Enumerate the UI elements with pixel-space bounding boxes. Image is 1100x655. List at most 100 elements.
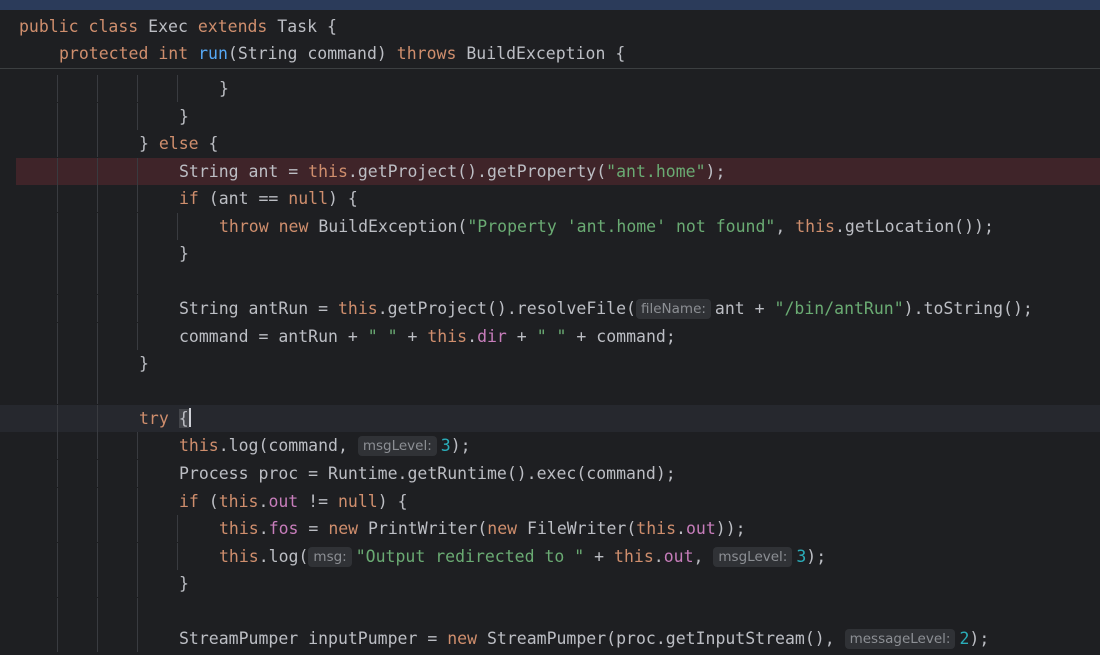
sticky-scroll-header: public class Exec extends Task { protect… — [0, 10, 1100, 69]
code-text: BuildException( — [308, 217, 468, 236]
field-name: fos — [268, 519, 299, 538]
keyword-throws: throws — [396, 44, 457, 63]
method-params: (String command) — [227, 44, 397, 63]
code-text: command = antRun + — [179, 327, 368, 346]
code-text: != — [298, 492, 338, 511]
code-line[interactable] — [0, 598, 1100, 625]
number-literal: 3 — [796, 547, 807, 566]
code-text: .getProject().resolveFile( — [377, 299, 636, 318]
keyword-new: new — [278, 217, 309, 236]
parameter-hint: msgLevel: — [357, 436, 437, 456]
code-text: )); — [715, 519, 746, 538]
code-text: StreamPumper(proc.getInputStream(), — [477, 629, 845, 648]
code-text: FileWriter( — [517, 519, 637, 538]
code-editor[interactable]: } } } else { String ant = this.getProjec… — [0, 68, 1100, 655]
keyword-this: this — [308, 162, 348, 181]
code-text: ) { — [328, 189, 358, 208]
keyword-extends: extends — [197, 17, 268, 36]
code-line[interactable]: if (ant == null) { — [0, 185, 1100, 212]
keyword-if: if — [179, 492, 199, 511]
code-line[interactable] — [0, 377, 1100, 404]
keyword-public: public — [19, 17, 79, 36]
class-name: Exec — [138, 17, 198, 36]
code-text: ); — [806, 547, 827, 566]
code-text: (ant == — [198, 189, 289, 208]
code-text: } — [179, 244, 189, 263]
code-text: } — [139, 134, 159, 153]
field-name: out — [268, 492, 299, 511]
current-line[interactable]: try { — [0, 405, 1100, 432]
keyword-this: this — [219, 547, 259, 566]
keyword-this: this — [337, 299, 378, 318]
keyword-this: this — [427, 327, 468, 346]
keyword-this: this — [218, 492, 259, 511]
code-text: . — [653, 547, 664, 566]
code-line[interactable]: this.log(command, msgLevel: 3); — [0, 432, 1100, 459]
parameter-hint: fileName: — [635, 299, 711, 319]
code-line[interactable]: } — [0, 75, 1100, 102]
code-text: { — [198, 134, 219, 153]
sticky-method-declaration[interactable]: protected int run(String command) throws… — [0, 40, 1100, 67]
code-line[interactable]: } — [0, 570, 1100, 597]
code-line[interactable]: this.log(msg: "Output redirected to " + t… — [0, 543, 1100, 570]
code-line[interactable]: } — [0, 103, 1100, 130]
code-text: ) { — [377, 492, 408, 511]
string-literal: "ant.home" — [606, 162, 706, 181]
parameter-hint: msg: — [308, 547, 352, 567]
code-text: PrintWriter( — [358, 519, 488, 538]
field-name: out — [663, 547, 694, 566]
keyword-this: this — [636, 519, 677, 538]
code-text: . — [676, 519, 686, 538]
code-text: + — [506, 327, 537, 346]
keyword-class: class — [88, 17, 139, 36]
code-line[interactable]: this.fos = new PrintWriter(new FileWrite… — [0, 515, 1100, 542]
code-text: String antRun = — [179, 299, 338, 318]
code-text: } — [179, 107, 189, 126]
code-line[interactable]: String antRun = this.getProject().resolv… — [0, 295, 1100, 322]
string-literal: "/bin/antRun" — [774, 299, 904, 318]
text-caret — [188, 408, 191, 427]
keyword-try: try — [139, 409, 169, 428]
code-line[interactable]: Process proc = Runtime.getRuntime().exec… — [0, 460, 1100, 487]
exception-name: BuildException { — [456, 44, 626, 63]
code-text: . — [258, 492, 269, 511]
code-text: .getLocation()); — [834, 217, 994, 236]
keyword-new: new — [328, 519, 359, 538]
code-text: . — [258, 519, 269, 538]
breakpoint-line[interactable]: String ant = this.getProject().getProper… — [16, 158, 1100, 185]
field-name: out — [685, 519, 716, 538]
code-text: .log(command, — [218, 436, 358, 455]
field-name: dir — [477, 327, 507, 346]
code-text: = — [298, 519, 329, 538]
window-top-bar — [0, 0, 1100, 10]
method-name: run — [198, 44, 228, 63]
string-literal: " " — [536, 327, 567, 346]
keyword-this: this — [795, 217, 835, 236]
code-line[interactable]: } — [0, 350, 1100, 377]
keyword-this: this — [614, 547, 654, 566]
keyword-null: null — [338, 492, 378, 511]
parameter-hint: messageLevel: — [844, 629, 956, 649]
code-text: } — [219, 79, 229, 98]
keyword-throw: throw — [219, 217, 269, 236]
code-line[interactable] — [0, 267, 1100, 294]
code-text: , — [693, 547, 714, 566]
code-line[interactable]: throw new BuildException("Property 'ant.… — [0, 213, 1100, 240]
code-text: .getProject().getProperty( — [347, 162, 607, 181]
code-line[interactable]: command = antRun + " " + this.dir + " " … — [0, 323, 1100, 350]
string-literal: "Property 'ant.home' not found" — [467, 217, 776, 236]
code-text: { — [178, 409, 189, 428]
code-text: Process proc = Runtime.getRuntime().exec… — [179, 464, 676, 483]
number-literal: 2 — [959, 629, 970, 648]
code-line[interactable]: StreamPumper inputPumper = new StreamPum… — [0, 625, 1100, 652]
code-text: . — [467, 327, 478, 346]
keyword-this: this — [219, 519, 259, 538]
code-text: ).toString(); — [903, 299, 1033, 318]
code-line[interactable]: } — [0, 240, 1100, 267]
code-text: ); — [705, 162, 726, 181]
sticky-class-declaration[interactable]: public class Exec extends Task { — [0, 13, 1100, 40]
code-line[interactable]: if (this.out != null) { — [0, 488, 1100, 515]
code-line[interactable]: } else { — [0, 130, 1100, 157]
code-text: .log( — [258, 547, 309, 566]
